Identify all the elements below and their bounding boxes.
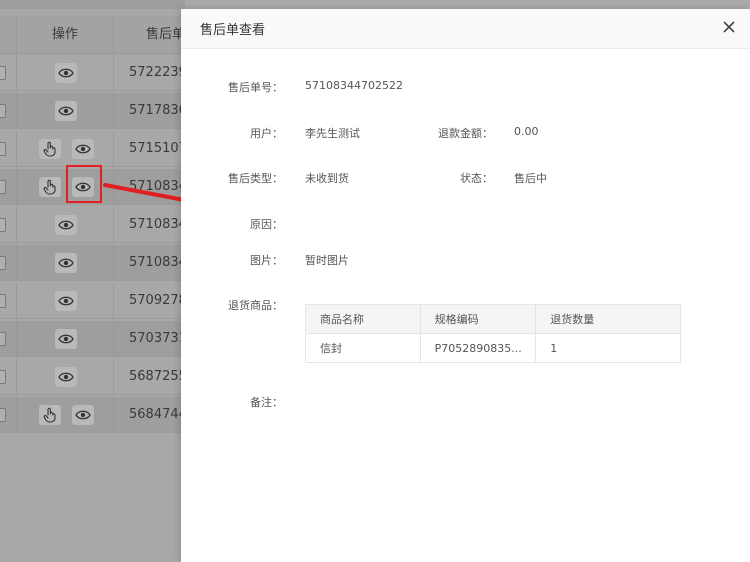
eye-icon[interactable] [55,215,77,235]
table-row: 5710834 [0,245,187,281]
operation-cell [16,93,114,129]
order-id-cell: 5717836 [129,103,187,118]
type-value: 未收到货 [305,172,349,185]
drawer-title: 售后单查看 [200,23,266,38]
operation-cell [16,397,114,433]
eye-icon[interactable] [72,139,94,159]
goods-label: 退货商品： [228,299,283,312]
drawer-header: 售后单查看 [181,9,750,49]
status-value: 售后中 [514,172,547,185]
operation-cell [16,321,114,357]
after-sale-detail-drawer: 售后单查看 售后单号： 57108344702522 用户： 李先生测试 退款金… [181,9,750,562]
operation-cell [16,283,114,319]
goods-col-name: 商品名称 [305,304,421,334]
row-checkbox[interactable] [0,294,6,308]
goods-cell-sku: P7052890835... [420,333,537,363]
row-checkbox[interactable] [0,370,6,384]
image-value: 暂时图片 [305,254,349,267]
row-checkbox[interactable] [0,218,6,232]
table-row: 5703731 [0,321,187,357]
table-row: 5715107 [0,131,187,167]
refund-value: 0.00 [514,125,539,138]
goods-col-sku: 规格编码 [420,304,537,334]
table-row: 信封 P7052890835... 1 [305,333,681,363]
operation-cell [16,359,114,395]
row-checkbox[interactable] [0,408,6,422]
goods-table-header-row: 商品名称 规格编码 退货数量 [305,304,681,334]
row-checkbox[interactable] [0,104,6,118]
order-id-cell: 5684744 [129,407,187,422]
eye-icon[interactable] [55,253,77,273]
goods-cell-qty: 1 [535,333,681,363]
row-checkbox[interactable] [0,66,6,80]
column-header-order-id: 售后单 [146,27,186,42]
eye-icon[interactable] [55,101,77,121]
top-bar [0,0,185,9]
user-value: 李先生测试 [305,127,360,140]
highlight-box [66,165,102,203]
user-label: 用户： [250,127,283,140]
row-checkbox[interactable] [0,256,6,270]
reason-label: 原因： [250,218,283,231]
table-header: 操作 售后单 [0,16,185,54]
status-label: 状态： [460,172,493,185]
order-no-value: 57108344702522 [305,79,403,92]
type-label: 售后类型： [228,172,283,185]
table-row: 5722239 [0,55,187,91]
order-id-cell: 5715107 [129,141,187,156]
table-row: 5709278 [0,283,187,319]
eye-icon[interactable] [72,405,94,425]
table-row: 5687255 [0,359,187,395]
eye-icon[interactable] [55,367,77,387]
row-checkbox[interactable] [0,180,6,194]
goods-table: 商品名称 规格编码 退货数量 信封 P7052890835... 1 [305,304,681,363]
order-no-label: 售后单号： [228,81,283,94]
order-id-cell: 5722239 [129,65,187,80]
table-row: 5717836 [0,93,187,129]
order-id-cell: 5703731 [129,331,187,346]
operation-cell [16,245,114,281]
hand-icon[interactable] [39,405,61,425]
order-id-cell: 5687255 [129,369,187,384]
image-label: 图片： [250,254,283,267]
hand-icon[interactable] [39,177,61,197]
order-id-cell: 5710834 [129,255,187,270]
operation-cell [16,55,114,91]
eye-icon[interactable] [55,291,77,311]
eye-icon[interactable] [55,329,77,349]
row-checkbox[interactable] [0,332,6,346]
background-table: 操作 售后单 5722239 5717836 5715107 5710834 57108… [0,0,187,562]
goods-col-qty: 退货数量 [535,304,681,334]
close-icon[interactable] [722,20,736,34]
row-checkbox[interactable] [0,142,6,156]
remark-label: 备注： [250,396,283,409]
column-header-operation: 操作 [16,16,114,54]
table-row: 5684744 [0,397,187,433]
operation-cell [16,131,114,167]
hand-icon[interactable] [39,139,61,159]
order-id-cell: 5709278 [129,293,187,308]
goods-cell-name: 信封 [305,333,421,363]
refund-label: 退款金额： [438,127,493,140]
eye-icon[interactable] [55,63,77,83]
